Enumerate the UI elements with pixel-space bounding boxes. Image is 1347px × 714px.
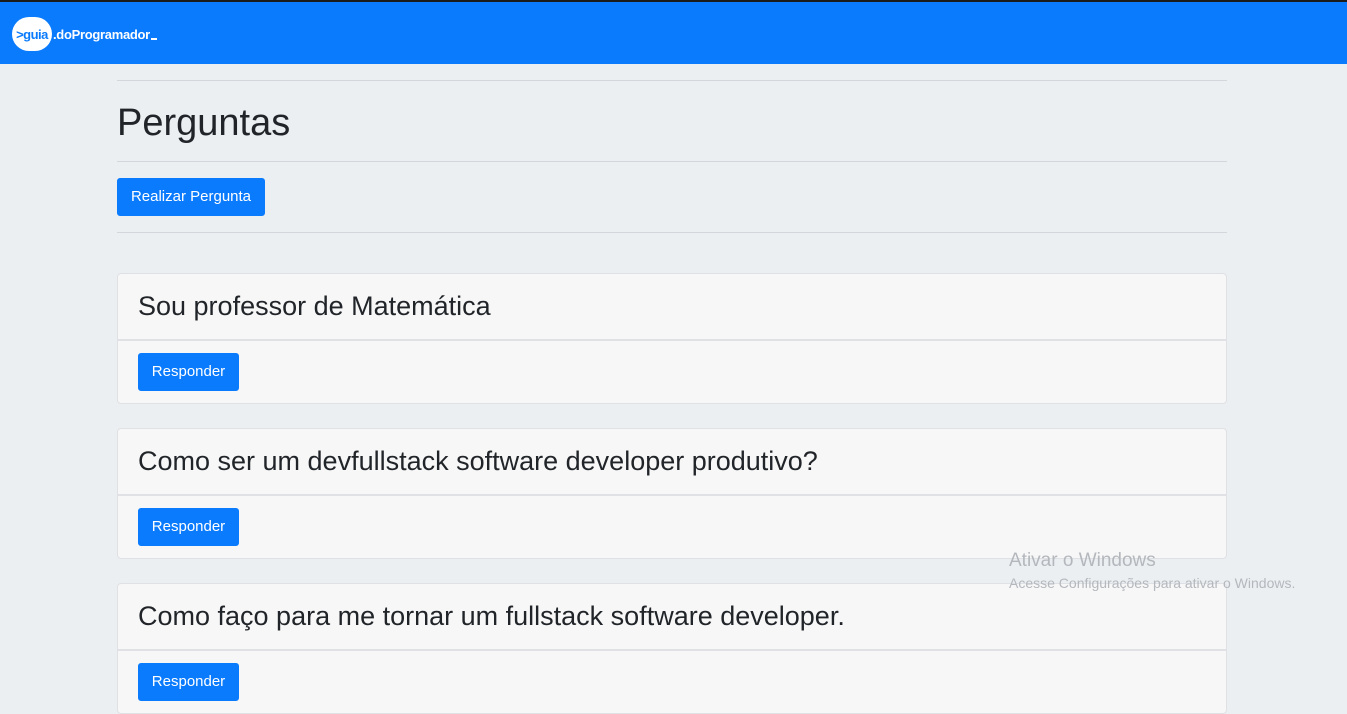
reply-button[interactable]: Responder bbox=[138, 663, 239, 701]
divider-actions bbox=[117, 232, 1227, 233]
question-title: Como ser um devfullstack software develo… bbox=[118, 429, 1226, 496]
question-title: Sou professor de Matemática bbox=[118, 274, 1226, 341]
divider-title bbox=[117, 161, 1227, 162]
windows-activation-watermark: Ativar o Windows Acesse Configurações pa… bbox=[1009, 549, 1295, 593]
navbar: >guia .doProgramador bbox=[0, 2, 1347, 64]
watermark-subtitle: Acesse Configurações para ativar o Windo… bbox=[1009, 575, 1296, 591]
question-title: Como faço para me tornar um fullstack so… bbox=[118, 584, 1226, 651]
brand-logo[interactable]: >guia .doProgramador bbox=[12, 17, 157, 51]
divider-top bbox=[117, 80, 1227, 81]
logo-badge: >guia bbox=[12, 17, 52, 51]
question-card-body: Responder bbox=[118, 651, 1226, 713]
watermark-title: Ativar o Windows bbox=[1009, 550, 1156, 571]
page-title: Perguntas bbox=[117, 102, 291, 144]
reply-button[interactable]: Responder bbox=[138, 353, 239, 391]
reply-button[interactable]: Responder bbox=[138, 508, 239, 546]
question-card: Como faço para me tornar um fullstack so… bbox=[117, 583, 1227, 714]
question-card: Sou professor de Matemática Responder bbox=[117, 273, 1227, 404]
question-card: Como ser um devfullstack software develo… bbox=[117, 428, 1227, 559]
logo-cursor-icon bbox=[150, 38, 157, 40]
ask-question-button[interactable]: Realizar Pergunta bbox=[117, 178, 265, 216]
question-card-body: Responder bbox=[118, 341, 1226, 403]
logo-text: .doProgramador bbox=[53, 26, 150, 42]
